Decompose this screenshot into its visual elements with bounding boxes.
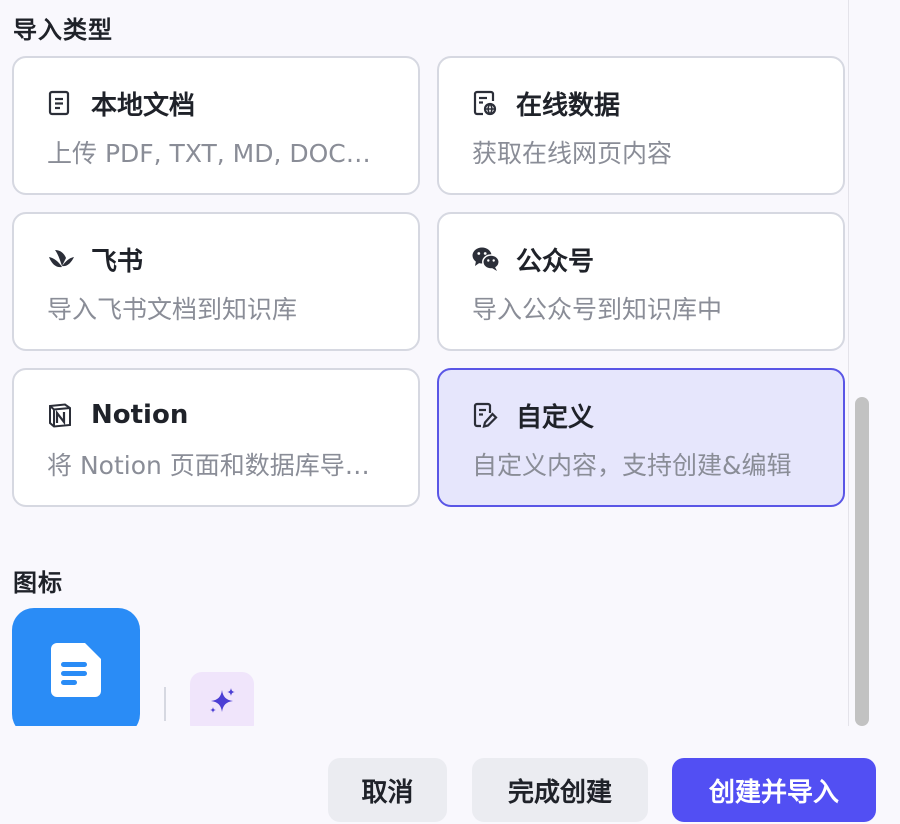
card-title: Notion (91, 400, 189, 430)
cancel-button[interactable]: 取消 (328, 758, 447, 822)
import-type-online-data[interactable]: 在线数据 获取在线网页内容 (437, 56, 845, 195)
file-text-icon (49, 641, 103, 703)
icon-divider (164, 687, 166, 721)
card-title: 本地文档 (91, 90, 196, 121)
finish-create-button[interactable]: 完成创建 (472, 758, 648, 822)
document-icon (47, 89, 75, 117)
card-title: 自定义 (516, 402, 595, 433)
card-description: 将 Notion 页面和数据库导… (47, 451, 370, 480)
card-description: 获取在线网页内容 (472, 139, 673, 168)
card-description: 自定义内容，支持创建&编辑 (472, 451, 792, 480)
sparkle-icon (207, 686, 237, 720)
wechat-icon (472, 245, 500, 273)
notion-icon (47, 401, 75, 429)
card-title: 飞书 (91, 246, 144, 277)
import-type-custom[interactable]: 自定义 自定义内容，支持创建&编辑 (437, 368, 845, 507)
card-title: 公众号 (516, 246, 595, 277)
import-type-local-document[interactable]: 本地文档 上传 PDF, TXT, MD, DOC… (12, 56, 420, 195)
import-type-feishu[interactable]: 飞书 导入飞书文档到知识库 (12, 212, 420, 351)
card-description: 导入飞书文档到知识库 (47, 295, 298, 324)
import-type-heading: 导入类型 (13, 16, 113, 44)
import-type-notion[interactable]: Notion 将 Notion 页面和数据库导… (12, 368, 420, 507)
icon-heading: 图标 (13, 569, 63, 597)
import-type-wechat-official-account[interactable]: 公众号 导入公众号到知识库中 (437, 212, 845, 351)
dialog-scroll-area[interactable]: 导入类型 本地文档 上传 PDF, TXT, MD, DOC… 在线数据 获取在… (0, 0, 848, 726)
scrollbar-thumb[interactable] (855, 397, 869, 726)
create-and-import-button[interactable]: 创建并导入 (672, 758, 876, 822)
ai-generate-icon-button[interactable] (190, 672, 254, 726)
web-data-icon (472, 89, 500, 117)
feishu-icon (47, 245, 75, 273)
custom-edit-icon (472, 401, 500, 429)
knowledge-base-icon-button[interactable] (12, 608, 140, 726)
knowledge-base-create-dialog: 导入类型 本地文档 上传 PDF, TXT, MD, DOC… 在线数据 获取在… (0, 0, 900, 824)
card-title: 在线数据 (516, 90, 621, 121)
card-description: 导入公众号到知识库中 (472, 295, 723, 324)
card-description: 上传 PDF, TXT, MD, DOC… (47, 139, 371, 168)
